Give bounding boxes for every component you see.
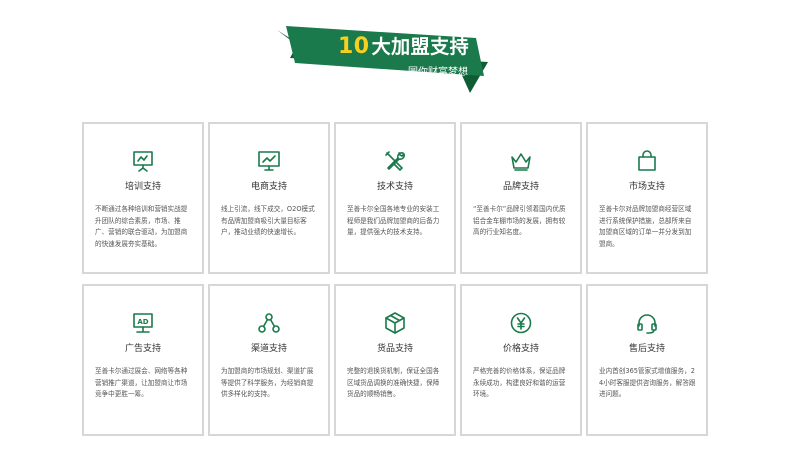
- card-description: 为加盟商的市场规划、渠道扩展等提供了科学服务，为经销商提供多样化的支持。: [221, 367, 314, 399]
- crown-icon: [462, 148, 580, 174]
- support-card-price: 价格支持 严格完善的价格体系，保证品牌永续成功，构建良好和谐的运营环境。: [460, 284, 582, 436]
- shopping-bag-icon: [588, 148, 706, 174]
- support-card-brand: 品牌支持 “至善卡尔”品牌引领着国内优质铝合金车棚市场的发展，拥有较高的行业知名…: [460, 122, 582, 274]
- card-description: 严格完善的价格体系，保证品牌永续成功，构建良好和谐的运营环境。: [473, 367, 566, 399]
- card-description: 不断通过各种培训和营销实战提升团队的综合素质，市场、推广、营销的联合驱动，为加盟…: [95, 205, 188, 248]
- banner-title-text: 大加盟支持: [371, 36, 470, 58]
- card-title: 售后支持: [628, 344, 665, 354]
- support-card-channel: 渠道支持 为加盟商的市场规划、渠道扩展等提供了科学服务，为经销商提供多样化的支持…: [208, 284, 330, 436]
- tools-icon: [336, 148, 454, 174]
- ad-sign-icon: AD: [84, 310, 202, 336]
- support-card-goods: 货品支持 完整的退换货机制，保证全国各区域货品调换的准确快捷，保障货品的顺畅销售…: [334, 284, 456, 436]
- support-card-ecommerce: 电商支持 线上引流，线下成交，O2O模式有品牌加盟商吸引大量目标客户，推动业绩的…: [208, 122, 330, 274]
- card-title: 市场支持: [628, 182, 665, 192]
- card-description: 完整的退换货机制，保证全国各区域货品调换的准确快捷，保障货品的顺畅销售。: [347, 367, 440, 399]
- card-title: 货品支持: [376, 344, 413, 354]
- presentation-board-icon: [84, 148, 202, 174]
- headset-icon: [588, 310, 706, 336]
- support-card-grid: 培训支持 不断通过各种培训和营销实战提升团队的综合素质，市场、推广、营销的联合驱…: [82, 122, 708, 436]
- support-card-technical: 技术支持 至善卡尔全国各地专业的安装工程师是我们品牌加盟商的后备力量，提供强大的…: [334, 122, 456, 274]
- card-description: 至善卡尔对品牌加盟商经营区域进行系统保护措施，总部所来自加盟商区域的订单一并分发…: [599, 205, 692, 248]
- support-card-advertising: AD 广告支持 至善卡尔通过展会、网络等各种营销推广渠道，让加盟商让市场竞争中更…: [82, 284, 204, 436]
- support-card-training: 培训支持 不断通过各种培训和营销实战提升团队的综合素质，市场、推广、营销的联合驱…: [82, 122, 204, 274]
- yen-coin-icon: [462, 310, 580, 336]
- support-card-market: 市场支持 至善卡尔对品牌加盟商经营区域进行系统保护措施，总部所来自加盟商区域的订…: [586, 122, 708, 274]
- card-title: 电商支持: [250, 182, 287, 192]
- card-title: 品牌支持: [502, 182, 539, 192]
- card-description: 线上引流，线下成交，O2O模式有品牌加盟商吸引大量目标客户，推动业绩的快速增长。: [221, 205, 315, 237]
- banner-subtitle: 圆你财富梦想: [408, 67, 468, 78]
- network-nodes-icon: [210, 310, 328, 336]
- card-title: 培训支持: [124, 182, 161, 192]
- svg-text:AD: AD: [137, 318, 148, 326]
- card-description: 至善卡尔全国各地专业的安装工程师是我们品牌加盟商的后备力量，提供强大的技术支持。: [347, 205, 440, 237]
- card-title: 价格支持: [502, 344, 539, 354]
- banner-number: 10: [338, 34, 370, 59]
- package-box-icon: [336, 310, 454, 336]
- banner-title: 10 大加盟支持: [338, 32, 469, 62]
- card-title: 广告支持: [124, 344, 161, 354]
- monitor-chart-icon: [210, 148, 328, 174]
- support-card-aftersales: 售后支持 业内首创365管家式增值服务，24小时客服提供咨询服务，解答跟进问题。: [586, 284, 708, 436]
- card-description: 业内首创365管家式增值服务，24小时客服提供咨询服务，解答跟进问题。: [599, 367, 696, 399]
- card-title: 技术支持: [376, 182, 413, 192]
- card-title: 渠道支持: [250, 344, 287, 354]
- card-description: 至善卡尔通过展会、网络等各种营销推广渠道，让加盟商让市场竞争中更胜一筹。: [95, 367, 188, 399]
- header-banner: 10 大加盟支持 圆你财富梦想: [0, 0, 790, 100]
- card-description: “至善卡尔”品牌引领着国内优质铝合金车棚市场的发展，拥有较高的行业知名度。: [473, 205, 566, 237]
